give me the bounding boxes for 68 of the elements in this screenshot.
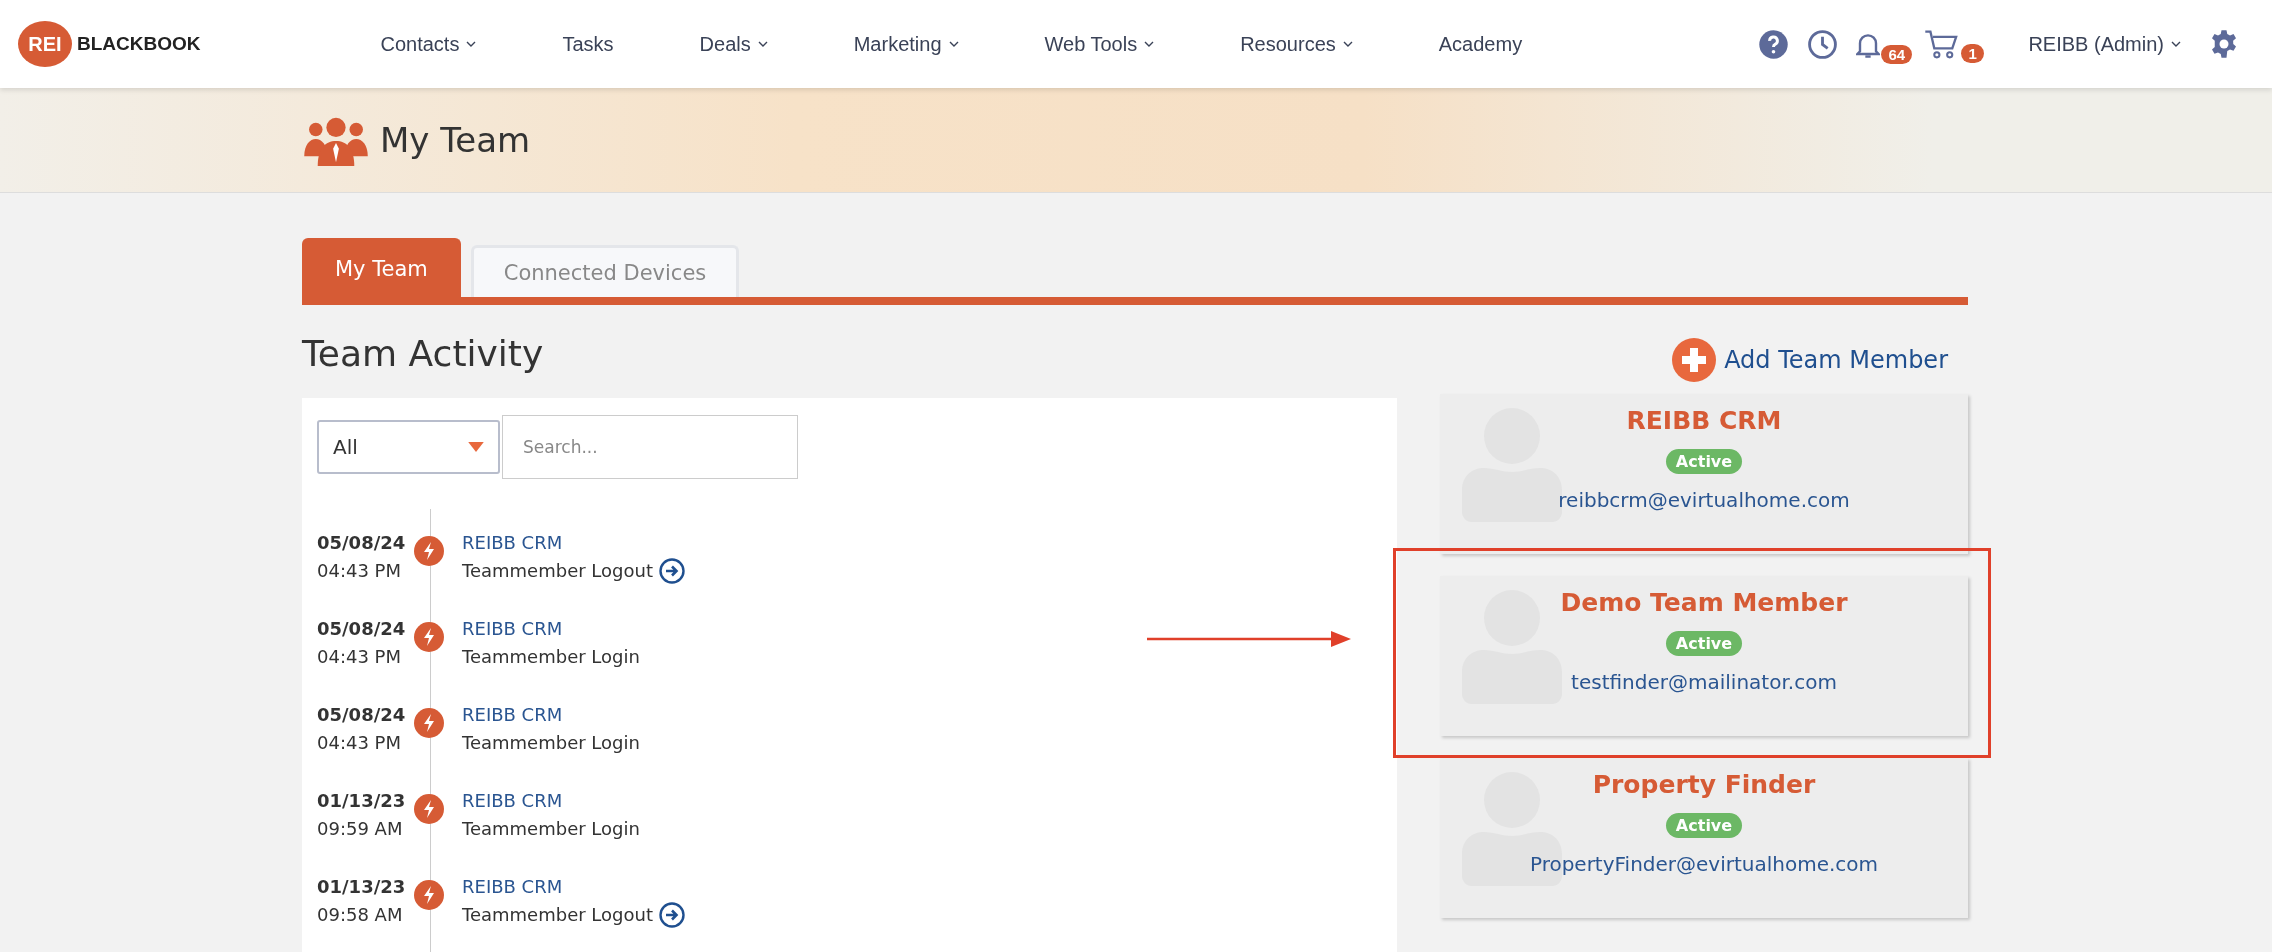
nav-menu-item[interactable]: Contacts xyxy=(380,32,477,56)
dropdown-triangle-icon xyxy=(468,442,484,452)
event-action: Teammember Logout xyxy=(462,903,653,927)
nav-menu-item[interactable]: Marketing xyxy=(853,32,959,56)
event-action: Teammember Login xyxy=(462,731,640,755)
add-team-member-button[interactable]: Add Team Member xyxy=(1672,338,1948,382)
member-email: reibbcrm@evirtualhome.com xyxy=(1558,488,1850,512)
status-badge: Active xyxy=(1665,631,1743,656)
nav-menu-item[interactable]: Tasks xyxy=(562,32,614,56)
filter-dropdown[interactable]: All xyxy=(317,420,500,474)
member-link[interactable]: REIBB CRM xyxy=(462,532,563,553)
chevron-down-icon xyxy=(2171,41,2181,47)
member-link[interactable]: REIBB CRM xyxy=(462,704,563,725)
member-link[interactable]: REIBB CRM xyxy=(462,618,563,639)
member-name: REIBB CRM xyxy=(1626,406,1782,435)
event-action: Teammember Login xyxy=(462,645,640,669)
event-time: 09:59 AM xyxy=(317,817,404,841)
chevron-down-icon xyxy=(466,41,477,47)
cart-count-badge: 1 xyxy=(1961,43,1984,63)
chevron-down-icon xyxy=(1144,41,1155,47)
status-badge: Active xyxy=(1665,813,1743,838)
help-icon[interactable] xyxy=(1758,28,1790,60)
tab[interactable]: My Team xyxy=(302,238,461,297)
member-link[interactable]: REIBB CRM xyxy=(462,876,563,897)
status-badge: Active xyxy=(1665,449,1743,474)
team-member-card[interactable]: Property Finder Active PropertyFinder@evirtualhome.com xyxy=(1440,758,1968,918)
team-member-card[interactable]: REIBB CRM Active reibbcrm@evirtualhome.com xyxy=(1440,394,1968,554)
team-member-card[interactable]: Demo Team Member Active testfinder@mailinator.com xyxy=(1440,576,1968,736)
lightning-bolt-icon xyxy=(414,708,444,738)
member-email: PropertyFinder@evirtualhome.com xyxy=(1529,852,1879,876)
event-date: 01/13/23 xyxy=(317,875,407,899)
search-field[interactable]: Search... xyxy=(502,415,798,479)
nav-menu-item[interactable]: Resources xyxy=(1240,32,1353,56)
chevron-down-icon xyxy=(757,41,768,47)
nav-menu-item[interactable]: Deals xyxy=(699,32,768,56)
user-menu[interactable]: REIBB (Admin) xyxy=(2028,32,2181,56)
settings-icon[interactable] xyxy=(2209,29,2239,59)
event-date: 05/08/24 xyxy=(317,617,407,641)
plus-circle-icon xyxy=(1672,338,1717,382)
page-title: My Team xyxy=(380,120,531,160)
arrow-circle-icon[interactable] xyxy=(658,902,685,928)
lightning-bolt-icon xyxy=(414,536,444,566)
member-link[interactable]: REIBB CRM xyxy=(462,790,563,811)
event-action: Teammember Login xyxy=(462,817,640,841)
event-time: 04:43 PM xyxy=(317,731,402,755)
notification-count-badge: 64 xyxy=(1881,45,1913,64)
arrow-circle-icon[interactable] xyxy=(658,558,685,584)
nav-menu-item[interactable]: Academy xyxy=(1438,32,1523,56)
chevron-down-icon xyxy=(1342,41,1353,47)
logo-text[interactable]: BLACKBOOK xyxy=(77,33,201,55)
clock-icon[interactable] xyxy=(1807,28,1839,60)
event-date: 01/13/23 xyxy=(317,789,407,813)
lightning-bolt-icon xyxy=(414,880,444,910)
member-email: testfinder@mailinator.com xyxy=(1571,670,1837,694)
member-name: Demo Team Member xyxy=(1560,588,1848,617)
event-action: Teammember Logout xyxy=(462,559,653,583)
section-title: Team Activity xyxy=(302,333,545,374)
event-time: 04:43 PM xyxy=(317,559,402,583)
logo-badge[interactable]: REI xyxy=(18,21,72,67)
event-time: 04:43 PM xyxy=(317,645,402,669)
chevron-down-icon xyxy=(948,41,959,47)
event-date: 05/08/24 xyxy=(317,531,407,555)
event-date: 05/08/24 xyxy=(317,703,407,727)
lightning-bolt-icon xyxy=(414,622,444,652)
event-time: 09:58 AM xyxy=(317,903,404,927)
lightning-bolt-icon xyxy=(414,794,444,824)
nav-menu-item[interactable]: Web Tools xyxy=(1044,32,1155,56)
member-name: Property Finder xyxy=(1592,770,1816,799)
